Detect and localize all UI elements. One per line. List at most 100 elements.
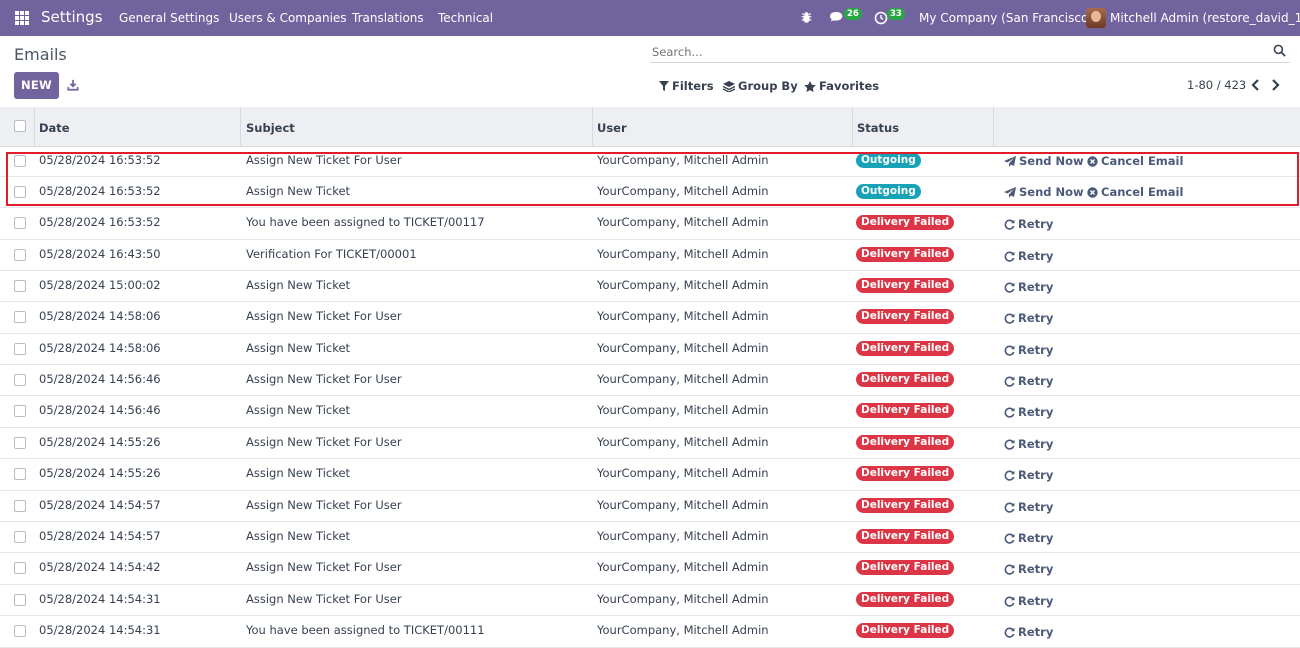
favorites-button[interactable]: Favorites [804, 79, 879, 93]
user-cell: YourCompany, Mitchell Admin [597, 309, 769, 323]
send-now-button[interactable]: Send Now [1004, 185, 1084, 199]
clock-icon[interactable] [874, 11, 888, 25]
table-row[interactable]: 05/28/2024 14:54:42 Assign New Ticket For… [0, 553, 1300, 585]
retry-button[interactable]: Retry [1004, 343, 1053, 357]
retry-button[interactable]: Retry [1004, 594, 1053, 608]
retry-button[interactable]: Retry [1004, 562, 1053, 576]
status-badge: Delivery Failed [856, 498, 955, 513]
date-cell: 05/28/2024 14:54:31 [39, 623, 161, 637]
retry-button[interactable]: Retry [1004, 625, 1053, 639]
retry-icon [1004, 345, 1015, 356]
date-cell: 05/28/2024 14:55:26 [39, 435, 161, 449]
search-icon[interactable] [1273, 44, 1286, 57]
retry-button[interactable]: Retry [1004, 437, 1053, 451]
table-row[interactable]: 05/28/2024 16:53:52 Assign New Ticket For… [0, 146, 1300, 177]
row-checkbox[interactable] [14, 186, 26, 198]
table-row[interactable]: 05/28/2024 15:00:02 Assign New Ticket Your… [0, 271, 1300, 302]
filters-label: Filters [672, 79, 714, 93]
table-row[interactable]: 05/28/2024 14:54:57 Assign New Ticket For… [0, 491, 1300, 522]
table-row[interactable]: 05/28/2024 14:56:46 Assign New Ticket For… [0, 365, 1300, 396]
retry-button[interactable]: Retry [1004, 374, 1053, 388]
pager-next-icon[interactable] [1269, 78, 1281, 92]
retry-button[interactable]: Retry [1004, 249, 1053, 263]
row-checkbox[interactable] [14, 468, 26, 480]
user-cell: YourCompany, Mitchell Admin [597, 435, 769, 449]
row-checkbox[interactable] [14, 217, 26, 229]
row-checkbox[interactable] [14, 343, 26, 355]
retry-button[interactable]: Retry [1004, 311, 1053, 325]
user-menu[interactable]: Mitchell Admin (restore_david_16) [1110, 11, 1300, 25]
row-checkbox[interactable] [14, 562, 26, 574]
user-avatar[interactable] [1086, 8, 1106, 28]
table-row[interactable]: 05/28/2024 14:58:06 Assign New Ticket Your… [0, 334, 1300, 365]
column-header-date[interactable]: Date [39, 121, 70, 135]
retry-button[interactable]: Retry [1004, 280, 1053, 294]
pager-value[interactable]: 1-80 / 423 [1187, 78, 1246, 92]
user-cell: YourCompany, Mitchell Admin [597, 215, 769, 229]
row-checkbox[interactable] [14, 405, 26, 417]
date-cell: 05/28/2024 15:00:02 [39, 278, 161, 292]
subject-cell: Assign New Ticket For User [246, 435, 402, 449]
row-checkbox[interactable] [14, 155, 26, 167]
new-button[interactable]: NEW [14, 72, 59, 99]
user-cell: YourCompany, Mitchell Admin [597, 498, 769, 512]
row-checkbox[interactable] [14, 500, 26, 512]
bug-icon[interactable] [800, 11, 813, 24]
pager-previous-icon[interactable] [1250, 78, 1262, 92]
messages-icon[interactable] [829, 11, 845, 25]
retry-label: Retry [1018, 531, 1054, 545]
row-checkbox[interactable] [14, 531, 26, 543]
apps-menu-icon[interactable] [15, 11, 29, 25]
table-row[interactable]: 05/28/2024 14:54:57 Assign New Ticket Your… [0, 522, 1300, 553]
layers-icon [723, 80, 735, 92]
send-now-button[interactable]: Send Now [1004, 154, 1084, 168]
table-row[interactable]: 05/28/2024 16:43:50 Verification For TICK… [0, 240, 1300, 271]
row-checkbox[interactable] [14, 249, 26, 261]
select-all-checkbox[interactable] [14, 120, 26, 132]
subject-cell: Assign New Ticket [246, 278, 351, 292]
row-checkbox[interactable] [14, 437, 26, 449]
table-row[interactable]: 05/28/2024 14:54:31 Assign New Ticket For… [0, 585, 1300, 616]
table-row[interactable]: 05/28/2024 14:58:06 Assign New Ticket For… [0, 302, 1300, 334]
search-input[interactable] [650, 41, 1290, 63]
table-row[interactable]: 05/28/2024 16:53:52 Assign New Ticket Your… [0, 177, 1300, 208]
column-header-status[interactable]: Status [857, 121, 899, 135]
menu-technical[interactable]: Technical [438, 11, 493, 25]
column-header-user[interactable]: User [597, 121, 627, 135]
column-header-subject[interactable]: Subject [246, 121, 295, 135]
company-switcher[interactable]: My Company (San Francisco) [919, 11, 1093, 25]
retry-button[interactable]: Retry [1004, 468, 1053, 482]
subject-cell: Assign New Ticket For User [246, 153, 402, 167]
date-cell: 05/28/2024 14:54:57 [39, 498, 161, 512]
table-row[interactable]: 05/28/2024 14:55:26 Assign New Ticket Your… [0, 459, 1300, 491]
row-checkbox[interactable] [14, 280, 26, 292]
filters-button[interactable]: Filters [659, 79, 714, 93]
row-checkbox[interactable] [14, 594, 26, 606]
row-checkbox[interactable] [14, 625, 26, 637]
retry-button[interactable]: Retry [1004, 405, 1053, 419]
table-row[interactable]: 05/28/2024 16:53:52 You have been assigne… [0, 208, 1300, 240]
table-row[interactable]: 05/28/2024 14:54:31 You have been assigne… [0, 616, 1300, 648]
table-row[interactable]: 05/28/2024 14:56:46 Assign New Ticket Your… [0, 396, 1300, 428]
row-checkbox[interactable] [14, 311, 26, 323]
user-cell: YourCompany, Mitchell Admin [597, 592, 769, 606]
retry-icon [1004, 470, 1015, 481]
menu-general-settings[interactable]: General Settings [119, 11, 219, 25]
menu-users-companies[interactable]: Users & Companies [229, 11, 347, 25]
retry-button[interactable]: Retry [1004, 217, 1053, 231]
retry-icon [1004, 596, 1015, 607]
cancel-email-button[interactable]: Cancel Email [1087, 154, 1183, 168]
page-title[interactable]: Emails [14, 45, 67, 64]
group-by-button[interactable]: Group By [723, 79, 798, 93]
row-checkbox[interactable] [14, 374, 26, 386]
table-row[interactable]: 05/28/2024 14:55:26 Assign New Ticket For… [0, 428, 1300, 459]
retry-icon [1004, 313, 1015, 324]
retry-button[interactable]: Retry [1004, 531, 1053, 545]
cancel-email-button[interactable]: Cancel Email [1087, 185, 1183, 199]
app-brand[interactable]: Settings [41, 8, 103, 26]
menu-translations[interactable]: Translations [352, 11, 424, 25]
subject-cell: Assign New Ticket [246, 529, 351, 543]
retry-button[interactable]: Retry [1004, 500, 1053, 514]
download-icon[interactable] [67, 79, 79, 91]
cancel-circle-icon [1087, 186, 1098, 198]
